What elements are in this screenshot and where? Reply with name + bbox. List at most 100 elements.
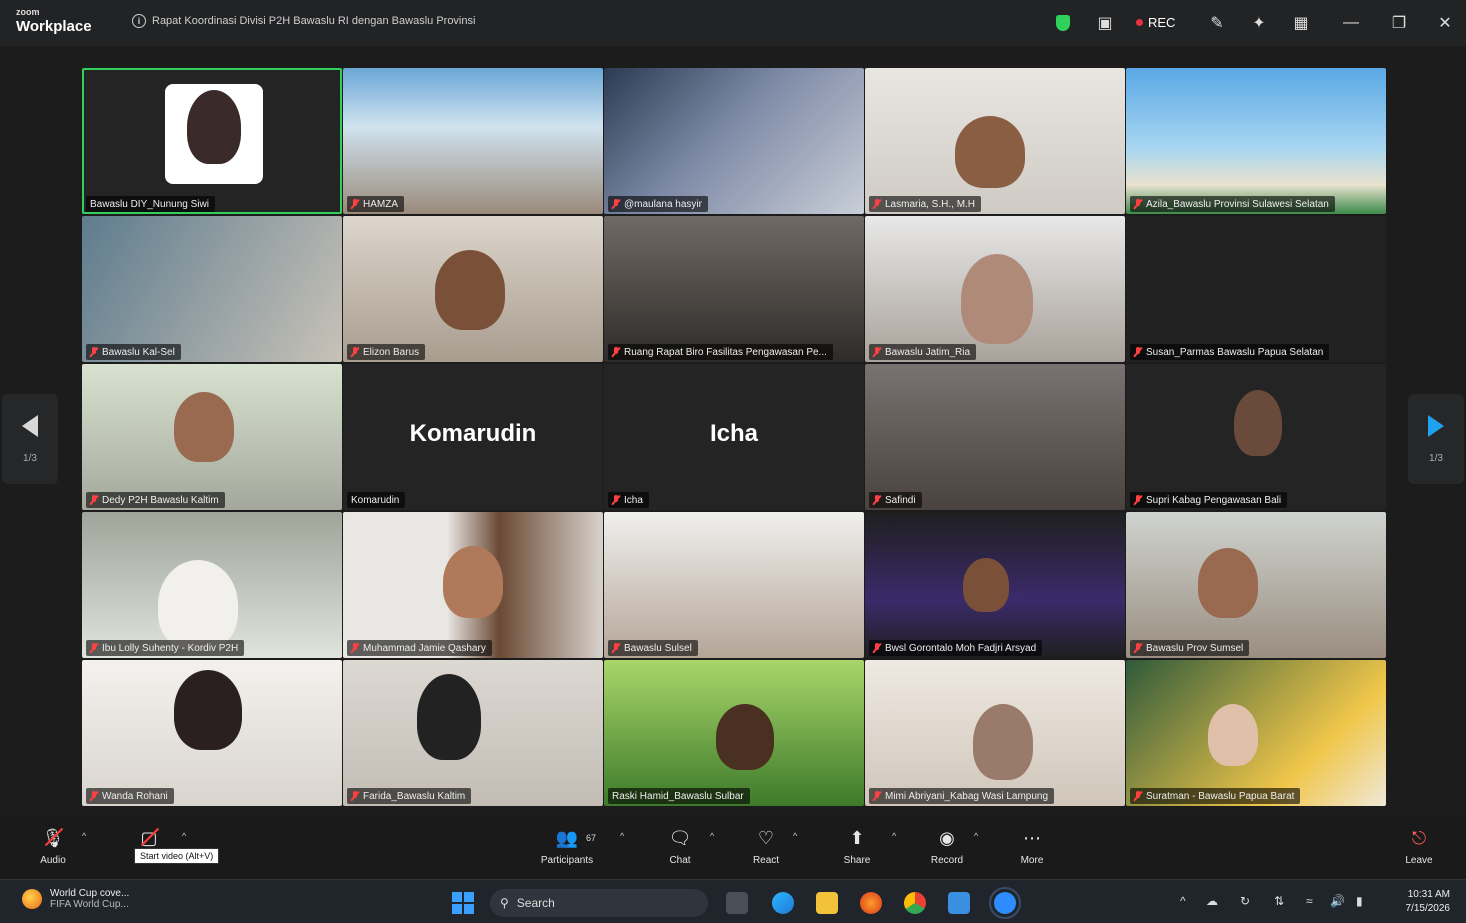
participant-figure xyxy=(174,392,234,462)
participant-figure xyxy=(961,254,1033,344)
meeting-info[interactable]: i Rapat Koordinasi Divisi P2H Bawaslu RI… xyxy=(132,14,475,28)
shield-icon[interactable] xyxy=(1052,12,1074,34)
video-tile[interactable]: Muhammad Jamie Qashary xyxy=(343,512,603,658)
participants-options-caret[interactable]: ^ xyxy=(620,831,624,841)
chevron-right-icon xyxy=(1428,414,1444,437)
network-activity-icon[interactable]: ⇅ xyxy=(1274,894,1284,908)
wifi-icon[interactable]: ≈ xyxy=(1306,894,1313,908)
chevron-left-icon xyxy=(22,414,38,437)
video-tile[interactable]: Mimi Abriyani_Kabag Wasi Lampung xyxy=(865,660,1125,806)
video-tile[interactable]: Azila_Bawaslu Provinsi Sulawesi Selatan xyxy=(1126,68,1386,214)
participant-name-label: Wanda Rohani xyxy=(86,788,174,804)
participant-name: Bawaslu Prov Sumsel xyxy=(1146,642,1244,654)
video-tile[interactable]: Safindi xyxy=(865,364,1125,510)
video-tile[interactable]: Farida_Bawaslu Kaltim xyxy=(343,660,603,806)
soccer-ball-icon xyxy=(22,889,42,909)
video-tooltip: Start video (Alt+V) xyxy=(134,848,220,864)
participant-name-label: Dedy P2H Bawaslu Kaltim xyxy=(86,492,225,508)
share-options-caret[interactable]: ^ xyxy=(892,831,896,841)
restore-icon[interactable]: ❐ xyxy=(1388,12,1410,34)
recording-indicator[interactable]: REC xyxy=(1136,15,1175,30)
file-explorer-icon[interactable] xyxy=(816,892,838,914)
video-tile[interactable]: @maulana hasyir xyxy=(604,68,864,214)
video-tile[interactable]: Bawaslu Sulsel xyxy=(604,512,864,658)
mic-muted-icon xyxy=(351,643,359,653)
react-options-caret[interactable]: ^ xyxy=(793,831,797,841)
minimize-icon[interactable]: — xyxy=(1340,12,1362,34)
zoom-logo: zoom Workplace xyxy=(16,7,92,35)
zoom-taskbar-icon[interactable] xyxy=(989,887,1021,919)
chat-button[interactable]: 🗨 Chat xyxy=(645,825,715,867)
audio-options-caret[interactable]: ^ xyxy=(82,831,86,841)
share-button[interactable]: ⬆ Share xyxy=(822,825,892,867)
audio-button[interactable]: 🎙 Audio xyxy=(18,825,88,867)
video-tile[interactable]: Icha Icha xyxy=(604,364,864,510)
view-icon[interactable]: ▣ xyxy=(1094,12,1116,34)
video-tile[interactable]: Ibu Lolly Suhenty - Kordiv P2H xyxy=(82,512,342,658)
notepad-icon[interactable] xyxy=(948,892,970,914)
video-tile[interactable]: Bawaslu Jatim_Ria xyxy=(865,216,1125,362)
video-tile[interactable]: Elizon Barus xyxy=(343,216,603,362)
cloud-icon[interactable]: ☁ xyxy=(1206,894,1218,908)
windows-start-icon[interactable] xyxy=(452,892,474,914)
system-clock[interactable]: 10:31 AM 7/15/2026 xyxy=(1390,888,1451,916)
video-tile[interactable]: Suratman - Bawaslu Papua Barat xyxy=(1126,660,1386,806)
more-button[interactable]: ⋯ More xyxy=(997,825,1067,867)
mic-muted-icon xyxy=(612,495,620,505)
battery-icon[interactable]: ▮ xyxy=(1356,894,1363,908)
info-icon[interactable]: i xyxy=(132,14,146,28)
apps-icon[interactable]: ✦ xyxy=(1248,12,1270,34)
video-tile[interactable]: Bawaslu DIY_Nunung Siwi xyxy=(82,68,342,214)
pen-icon[interactable]: ✎ xyxy=(1206,12,1228,34)
video-tile[interactable]: Wanda Rohani xyxy=(82,660,342,806)
close-icon[interactable]: ✕ xyxy=(1434,12,1456,34)
record-dot-icon xyxy=(1136,19,1143,26)
task-view-icon[interactable] xyxy=(726,892,748,914)
chat-icon: 🗨 xyxy=(668,827,692,848)
taskbar-search[interactable]: ⚲ Search xyxy=(490,889,708,917)
record-button[interactable]: ◉ Record xyxy=(912,825,982,867)
participant-name-label: Ibu Lolly Suhenty - Kordiv P2H xyxy=(86,640,245,656)
prev-page-button[interactable]: 1/3 xyxy=(2,394,58,484)
grid-icon[interactable]: ▦ xyxy=(1290,12,1312,34)
volume-icon[interactable]: 🔊 xyxy=(1330,894,1345,908)
video-options-caret[interactable]: ^ xyxy=(182,831,186,841)
video-tile[interactable]: Bawaslu Kal-Sel xyxy=(82,216,342,362)
edge-icon[interactable] xyxy=(772,892,794,914)
video-tile[interactable]: Komarudin Komarudin xyxy=(343,364,603,510)
heart-icon: ♡ xyxy=(757,827,775,848)
participant-name: Suratman - Bawaslu Papua Barat xyxy=(1146,790,1295,802)
chevron-up-icon[interactable]: ^ xyxy=(1180,894,1186,908)
search-icon: ⚲ xyxy=(500,896,509,910)
participant-figure xyxy=(1208,704,1258,766)
video-tile[interactable]: Ruang Rapat Biro Fasilitas Pengawasan Pe… xyxy=(604,216,864,362)
participant-name-label: Safindi xyxy=(869,492,922,508)
participant-name: Bwsl Gorontalo Moh Fadjri Arsyad xyxy=(885,642,1037,654)
video-tile[interactable]: Bwsl Gorontalo Moh Fadjri Arsyad xyxy=(865,512,1125,658)
participant-name: Bawaslu Sulsel xyxy=(624,642,692,654)
video-tile[interactable]: Bawaslu Prov Sumsel xyxy=(1126,512,1386,658)
record-options-caret[interactable]: ^ xyxy=(974,831,978,841)
participants-icon: 👥 xyxy=(555,827,579,848)
participant-name-label: Bawaslu Prov Sumsel xyxy=(1130,640,1250,656)
react-button[interactable]: ♡ React xyxy=(731,825,801,867)
chat-options-caret[interactable]: ^ xyxy=(710,831,714,841)
video-tile[interactable]: Susan_Parmas Bawaslu Papua Selatan xyxy=(1126,216,1386,362)
video-tile[interactable]: Lasmaria, S.H., M.H xyxy=(865,68,1125,214)
next-page-button[interactable]: 1/3 xyxy=(1408,394,1464,484)
leave-button[interactable]: ⎋ Leave xyxy=(1384,825,1454,867)
participant-name-label: Azila_Bawaslu Provinsi Sulawesi Selatan xyxy=(1130,196,1335,212)
news-widget[interactable]: World Cup cove... FIFA World Cup... xyxy=(22,888,129,910)
video-tile[interactable]: Supri Kabag Pengawasan Bali xyxy=(1126,364,1386,510)
participant-figure xyxy=(443,546,503,618)
participants-button[interactable]: 👥 Participants xyxy=(532,825,602,867)
participant-display-name: Icha xyxy=(709,420,759,447)
participant-name: Supri Kabag Pengawasan Bali xyxy=(1146,494,1282,506)
mic-muted-icon xyxy=(1134,347,1142,357)
firefox-icon[interactable] xyxy=(860,892,882,914)
video-tile[interactable]: Dedy P2H Bawaslu Kaltim xyxy=(82,364,342,510)
chrome-icon[interactable] xyxy=(904,892,926,914)
video-tile[interactable]: HAMZA xyxy=(343,68,603,214)
video-tile[interactable]: Raski Hamid_Bawaslu Sulbar xyxy=(604,660,864,806)
sync-icon[interactable]: ↻ xyxy=(1240,894,1250,908)
